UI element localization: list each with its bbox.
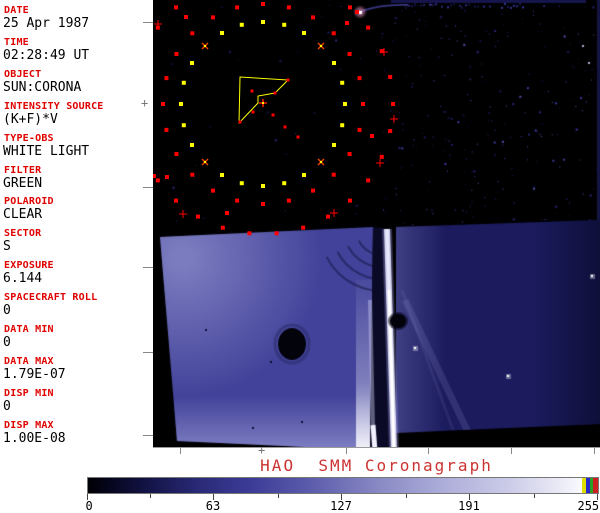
- field-label-type-obs: TYPE-OBS: [4, 132, 54, 144]
- field-value-intensity-source: (K+F)*V: [3, 111, 58, 127]
- field-value-filter: GREEN: [3, 175, 43, 191]
- field-label-sector: SECTOR: [4, 228, 42, 240]
- bottom-axis-tick: [594, 448, 595, 454]
- colorbar-minor-tick: [406, 494, 407, 498]
- colorbar-minor-tick: [150, 494, 151, 498]
- red-cross-marks: [154, 20, 398, 218]
- coronagraph-image-area: [153, 0, 600, 447]
- colorbar-gradient: [88, 478, 598, 493]
- field-value-polaroid: CLEAR: [3, 207, 43, 223]
- field-label-filter: FILTER: [4, 164, 42, 176]
- colorbar-tick-label: 63: [205, 499, 221, 513]
- bottom-axis-tick: [346, 448, 347, 454]
- image-bottom-axis-line: [153, 447, 600, 448]
- colorbar-tick-label: 191: [458, 499, 480, 513]
- left-axis-center-tick: +: [141, 96, 149, 110]
- colorbar-stripe-3: [593, 478, 598, 493]
- bottom-axis-center-tick: +: [258, 443, 266, 457]
- field-value-date: 25 Apr 1987: [3, 16, 90, 31]
- bottom-axis-tick: [428, 448, 429, 454]
- coronagraph-viewer: { "window": {"width": 600, "height": 512…: [0, 0, 600, 513]
- field-label-intensity-source: INTENSITY SOURCE: [4, 100, 104, 112]
- colorbar-tick-label: 0: [85, 499, 93, 513]
- metadata-sidebar: DATE 25 Apr 1987 TIME 02:28:49 UT OBJECT SUN:…: [0, 0, 153, 512]
- left-axis-tick: [143, 22, 153, 23]
- colorbar-minor-tick: [278, 494, 279, 498]
- field-value-sector: S: [3, 239, 11, 255]
- field-label-time: TIME: [4, 36, 29, 48]
- field-value-type-obs: WHITE LIGHT: [3, 143, 90, 159]
- left-axis-tick: [143, 187, 153, 188]
- polygon-vertex-dots: [238, 78, 300, 139]
- field-value-disp-min: 0: [3, 398, 11, 414]
- colorbar: [87, 477, 599, 494]
- field-value-exposure: 6.144: [3, 271, 43, 287]
- field-label-disp-max: DISP MAX: [4, 419, 54, 431]
- fiducial-overlay: [153, 2, 398, 236]
- field-value-data-min: 0: [3, 335, 11, 350]
- field-label-data-max: DATA MAX: [4, 355, 54, 367]
- bottom-axis-tick: [180, 448, 181, 454]
- field-value-data-max: 1.79E-07: [3, 366, 66, 382]
- colorbar-minor-tick: [534, 494, 535, 498]
- left-axis-tick: [143, 267, 153, 268]
- colorbar-tick-label: 127: [330, 499, 352, 513]
- page-title: HAO SMM Coronagraph: [260, 456, 493, 475]
- field-value-object: SUN:CORONA: [3, 79, 82, 95]
- field-label-exposure: EXPOSURE: [4, 260, 54, 272]
- field-label-date: DATE: [4, 5, 29, 16]
- field-value-time: 02:28:49 UT: [3, 47, 90, 63]
- left-axis-tick: [143, 352, 153, 353]
- field-value-spacecraft-roll: 0: [3, 303, 11, 319]
- sun-center-marker: [259, 99, 267, 107]
- outer-red-ring: [155, 5, 395, 236]
- colorbar-tick-label: 255: [577, 499, 600, 513]
- field-label-polaroid: POLAROID: [4, 196, 54, 208]
- bottom-axis-tick: [511, 448, 512, 454]
- left-axis-tick: [143, 435, 153, 436]
- field-label-disp-min: DISP MIN: [4, 387, 54, 399]
- field-label-spacecraft-roll: SPACECRAFT ROLL: [4, 292, 98, 304]
- field-label-object: OBJECT: [4, 68, 42, 80]
- field-value-disp-max: 1.00E-08: [3, 430, 66, 446]
- field-label-data-min: DATA MIN: [4, 324, 54, 335]
